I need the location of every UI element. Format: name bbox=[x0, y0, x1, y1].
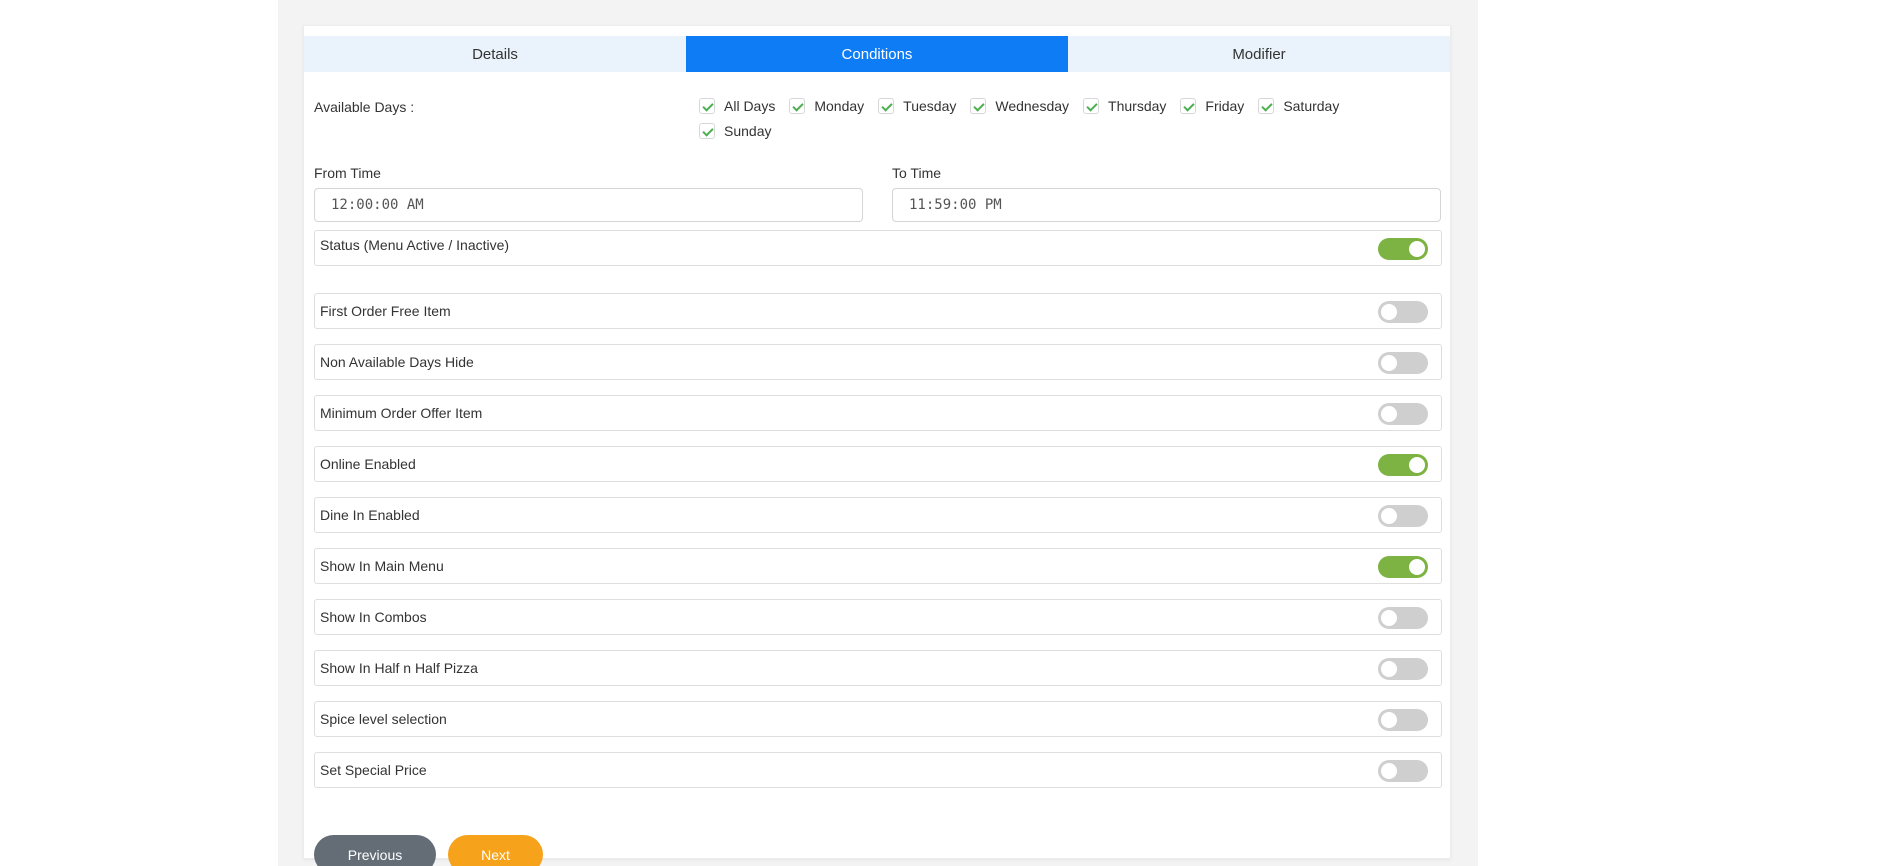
toggle-row-label: Set Special Price bbox=[320, 762, 427, 778]
from-time-label: From Time bbox=[314, 165, 381, 181]
toggle-row-spice-level-selection: Spice level selection bbox=[314, 701, 1442, 737]
toggle-row-label: Online Enabled bbox=[320, 456, 416, 472]
minimum-order-offer-item-toggle[interactable] bbox=[1378, 403, 1428, 425]
toggle-knob bbox=[1381, 508, 1397, 524]
checkbox-checked-icon[interactable] bbox=[789, 98, 806, 114]
toggle-row-show-in-combos: Show In Combos bbox=[314, 599, 1442, 635]
toggle-row-show-in-half-n-half-pizza: Show In Half n Half Pizza bbox=[314, 650, 1442, 686]
day-label: Saturday bbox=[1283, 98, 1340, 114]
toggle-knob bbox=[1381, 763, 1397, 779]
day-option-friday[interactable]: Friday bbox=[1180, 98, 1244, 114]
day-option-tuesday[interactable]: Tuesday bbox=[878, 98, 956, 114]
toggle-knob bbox=[1381, 610, 1397, 626]
toggle-row-minimum-order-offer-item: Minimum Order Offer Item bbox=[314, 395, 1442, 431]
day-option-thursday[interactable]: Thursday bbox=[1083, 98, 1166, 114]
to-time-input[interactable]: 11:59:00 PM bbox=[892, 188, 1441, 222]
day-label: Thursday bbox=[1108, 98, 1167, 114]
to-time-label: To Time bbox=[892, 165, 942, 181]
spice-level-selection-toggle[interactable] bbox=[1378, 709, 1428, 731]
next-button[interactable]: Next bbox=[448, 835, 543, 866]
toggle-row-label: Status (Menu Active / Inactive) bbox=[320, 237, 510, 253]
non-available-days-hide-toggle[interactable] bbox=[1378, 352, 1428, 374]
previous-button[interactable]: Previous bbox=[314, 835, 436, 866]
tab-bar: Details Conditions Modifier bbox=[304, 36, 1450, 72]
toggle-knob bbox=[1381, 712, 1397, 728]
tab-details[interactable]: Details bbox=[304, 36, 686, 72]
show-in-half-n-half-pizza-toggle[interactable] bbox=[1378, 658, 1428, 680]
checkbox-checked-icon[interactable] bbox=[1180, 98, 1197, 114]
toggle-row-online-enabled: Online Enabled bbox=[314, 446, 1442, 482]
day-label: Monday bbox=[814, 98, 865, 114]
toggle-row-label: Show In Main Menu bbox=[320, 558, 444, 574]
checkbox-checked-icon[interactable] bbox=[699, 123, 715, 139]
toggle-row-dine-in-enabled: Dine In Enabled bbox=[314, 497, 1442, 533]
toggle-row-label: Show In Combos bbox=[320, 609, 427, 625]
toggle-knob bbox=[1381, 304, 1397, 320]
toggle-knob bbox=[1381, 661, 1397, 677]
tab-conditions[interactable]: Conditions bbox=[686, 36, 1068, 72]
day-option-sunday[interactable]: Sunday bbox=[699, 123, 771, 139]
toggle-knob bbox=[1381, 406, 1397, 422]
day-label: Sunday bbox=[724, 123, 772, 139]
toggle-row-label: Dine In Enabled bbox=[320, 507, 420, 523]
dine-in-enabled-toggle[interactable] bbox=[1378, 505, 1428, 527]
toggle-row-set-special-price: Set Special Price bbox=[314, 752, 1442, 788]
checkbox-checked-icon[interactable] bbox=[1083, 98, 1100, 114]
show-in-main-menu-toggle[interactable] bbox=[1378, 556, 1428, 578]
conditions-card: Details Conditions Modifier Available Da… bbox=[303, 25, 1451, 866]
online-enabled-toggle[interactable] bbox=[1378, 454, 1428, 476]
from-time-input[interactable]: 12:00:00 AM bbox=[314, 188, 863, 222]
checkbox-checked-icon[interactable] bbox=[1258, 98, 1275, 114]
day-label: Friday bbox=[1205, 98, 1245, 114]
checkbox-checked-icon[interactable] bbox=[970, 98, 987, 114]
toggle-knob bbox=[1381, 355, 1397, 371]
status-toggle[interactable] bbox=[1378, 238, 1428, 260]
checkbox-checked-icon[interactable] bbox=[699, 98, 715, 114]
day-label: Wednesday bbox=[995, 98, 1070, 114]
day-option-saturday[interactable]: Saturday bbox=[1258, 98, 1339, 114]
available-days-label: Available Days : bbox=[314, 99, 415, 115]
toggle-row-label: Minimum Order Offer Item bbox=[320, 405, 483, 421]
toggle-knob bbox=[1409, 457, 1425, 473]
day-option-monday[interactable]: Monday bbox=[789, 98, 864, 114]
toggle-row-label: Non Available Days Hide bbox=[320, 354, 474, 370]
day-option-wednesday[interactable]: Wednesday bbox=[970, 98, 1069, 114]
toggle-row-non-available-days-hide: Non Available Days Hide bbox=[314, 344, 1442, 380]
tab-modifier[interactable]: Modifier bbox=[1068, 36, 1450, 72]
toggle-row-label: Show In Half n Half Pizza bbox=[320, 660, 478, 676]
toggle-row-first-order-free-item: First Order Free Item bbox=[314, 293, 1442, 329]
available-days-group: All Days Monday Tuesday Wednesday Thursd… bbox=[699, 98, 1419, 139]
day-label: Tuesday bbox=[903, 98, 957, 114]
toggle-row-status: Status (Menu Active / Inactive) bbox=[314, 230, 1442, 266]
toggle-knob bbox=[1409, 241, 1425, 257]
toggle-row-label: First Order Free Item bbox=[320, 303, 451, 319]
day-option-all-days[interactable]: All Days bbox=[699, 98, 775, 114]
first-order-free-item-toggle[interactable] bbox=[1378, 301, 1428, 323]
toggle-row-label: Spice level selection bbox=[320, 711, 447, 727]
show-in-combos-toggle[interactable] bbox=[1378, 607, 1428, 629]
toggle-knob bbox=[1409, 559, 1425, 575]
set-special-price-toggle[interactable] bbox=[1378, 760, 1428, 782]
toggle-row-show-in-main-menu: Show In Main Menu bbox=[314, 548, 1442, 584]
checkbox-checked-icon[interactable] bbox=[878, 98, 895, 114]
day-label: All Days bbox=[724, 98, 776, 114]
